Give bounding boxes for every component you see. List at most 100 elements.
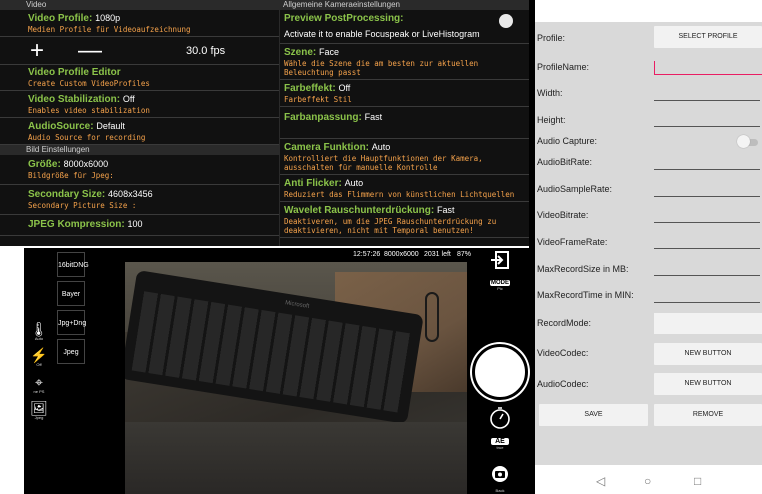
camera-time: 12:57:26 bbox=[353, 251, 381, 258]
home-nav-icon[interactable]: ○ bbox=[644, 474, 651, 488]
text-cursor bbox=[654, 61, 655, 74]
camera-switch-button[interactable]: Back bbox=[488, 465, 512, 493]
fps-decrease-button[interactable]: — bbox=[78, 39, 102, 63]
setting-name: Secondary Size: bbox=[28, 189, 106, 200]
mode-button[interactable]: MODE Pic bbox=[488, 280, 512, 291]
video-settings-panel: Video Video Profile: 1080p Medien Profil… bbox=[0, 0, 279, 246]
max-record-time-input[interactable] bbox=[654, 302, 760, 303]
setting-name: Camera Funktion: bbox=[284, 142, 370, 153]
setting-name: Farbeffekt: bbox=[284, 83, 336, 94]
setting-desc: Activate it to enable Focuspeak or LiveH… bbox=[284, 29, 480, 39]
viewfinder-desk bbox=[125, 422, 467, 494]
audio-codec-button[interactable]: NEW BUTTON bbox=[654, 373, 762, 395]
select-profile-button[interactable]: SELECT PROFILE bbox=[654, 26, 762, 48]
thermometer-icon: 🌡 bbox=[30, 321, 48, 337]
camera-left-edge bbox=[0, 248, 24, 494]
setting-preview-postprocessing[interactable]: Preview PostProcessing: Activate it to e… bbox=[280, 10, 529, 44]
timer-button[interactable] bbox=[488, 406, 512, 435]
exit-button[interactable] bbox=[488, 251, 512, 274]
setting-value: Off bbox=[338, 83, 351, 93]
camera-shots-left: 2031 left bbox=[424, 251, 451, 258]
setting-value: Face bbox=[319, 47, 340, 57]
setting-video-stabilization[interactable]: Video Stabilization: Off Enables video s… bbox=[0, 91, 279, 118]
back-nav-icon[interactable]: ◁ bbox=[596, 474, 605, 488]
max-record-size-input[interactable] bbox=[654, 275, 760, 276]
setting-secondary-size[interactable]: Secondary Size: 4608x3456 Secondary Pict… bbox=[0, 185, 279, 215]
setting-audio-source[interactable]: AudioSource: Default Audio Source for re… bbox=[0, 118, 279, 145]
status-bar bbox=[535, 0, 762, 22]
setting-value: 1080p bbox=[95, 13, 121, 23]
temperature-button[interactable]: 🌡 Auto bbox=[30, 322, 48, 341]
fps-increase-button[interactable]: + bbox=[30, 39, 44, 63]
profile-name-label: ProfileName: bbox=[537, 62, 590, 72]
setting-name: Anti Flicker: bbox=[284, 178, 342, 189]
setting-desc: Kontrolliert die Hauptfunktionen der Kam… bbox=[284, 154, 483, 163]
focus-button[interactable]: ⌖ ne PS bbox=[30, 375, 48, 394]
audio-capture-switch-thumb[interactable] bbox=[737, 135, 750, 148]
audio-codec-label: AudioCodec: bbox=[537, 379, 589, 389]
save-button[interactable]: SAVE bbox=[539, 404, 648, 426]
height-label: Height: bbox=[537, 115, 566, 125]
viewfinder-cable bbox=[425, 292, 439, 342]
recents-nav-icon[interactable]: □ bbox=[694, 474, 701, 488]
setting-name: JPEG Kompression: bbox=[28, 219, 125, 230]
camera-icon bbox=[492, 466, 508, 482]
setting-video-profile[interactable]: Video Profile: 1080p Medien Profile für … bbox=[0, 10, 279, 37]
setting-value: Off bbox=[122, 94, 135, 104]
format-jpeg-button[interactable]: Jpeg bbox=[57, 339, 85, 364]
setting-scene[interactable]: Szene: Face Wähle die Szene die am beste… bbox=[280, 44, 529, 80]
setting-desc: Wähle die Szene die am besten zur aktuel… bbox=[284, 59, 479, 68]
setting-name: Farbanpassung: bbox=[284, 112, 362, 123]
audio-samplerate-input[interactable] bbox=[654, 196, 760, 197]
exit-icon bbox=[491, 251, 509, 269]
record-mode-select[interactable] bbox=[654, 313, 762, 334]
max-record-size-label: MaxRecordSize in MB: bbox=[537, 264, 629, 274]
setting-jpeg-compression[interactable]: JPEG Kompression: 100 bbox=[0, 215, 279, 236]
picture-format-button[interactable]: 🖼 Jpeg bbox=[30, 401, 48, 420]
screen: Video Video Profile: 1080p Medien Profil… bbox=[0, 0, 762, 494]
setting-size[interactable]: Größe: 8000x6000 Bildgröße für Jpeg: bbox=[0, 155, 279, 185]
format-jpgdng-button[interactable]: Jpg+Dng bbox=[57, 310, 86, 335]
setting-desc: Deaktiveren, um die JPEG Rauschunterdrüc… bbox=[284, 217, 497, 226]
height-input[interactable] bbox=[654, 126, 760, 127]
setting-desc: Farbeffekt Stil bbox=[284, 95, 352, 104]
video-bitrate-input[interactable] bbox=[654, 222, 760, 223]
audio-bitrate-input[interactable] bbox=[654, 169, 760, 170]
section-header-image: Bild Einstellungen bbox=[0, 145, 279, 155]
camera-settings-panel: Allgemeine Kameraeinstellungen Preview P… bbox=[279, 0, 529, 246]
video-framerate-input[interactable] bbox=[654, 248, 760, 249]
image-icon: 🖼 bbox=[30, 400, 48, 416]
setting-name: Wavelet Rauschunterdrückung: bbox=[284, 205, 435, 216]
profile-name-input[interactable] bbox=[654, 74, 762, 75]
setting-anti-flicker[interactable]: Anti Flicker: Auto Reduziert das Flimmer… bbox=[280, 175, 529, 202]
setting-value: 8000x6000 bbox=[63, 159, 109, 169]
setting-wavelet-denoise[interactable]: Wavelet Rauschunterdrückung: Fast Deakti… bbox=[280, 202, 529, 238]
fps-value: 30.0 fps bbox=[186, 45, 226, 57]
setting-color-effect[interactable]: Farbeffekt: Off Farbeffekt Stil bbox=[280, 80, 529, 107]
setting-desc: deaktivieren, nicht mit Temporal benutze… bbox=[284, 226, 474, 235]
setting-desc: Bildgröße für Jpeg: bbox=[28, 171, 114, 180]
audio-bitrate-label: AudioBitRate: bbox=[537, 157, 593, 167]
setting-camera-function[interactable]: Camera Funktion: Auto Kontrolliert die H… bbox=[280, 139, 529, 175]
format-16bitdng-button[interactable]: 16bitDNG bbox=[57, 252, 89, 277]
format-bayer-button[interactable]: Bayer bbox=[57, 281, 85, 306]
preview-postprocessing-toggle[interactable] bbox=[499, 14, 513, 28]
flash-button[interactable]: ⚡ Off bbox=[30, 348, 48, 367]
width-input[interactable] bbox=[654, 100, 760, 101]
setting-desc: ausschalten für manuelle Kontrolle bbox=[284, 163, 438, 172]
setting-value: 4608x3456 bbox=[108, 189, 153, 199]
setting-name: Preview PostProcessing: bbox=[284, 13, 404, 24]
shutter-button[interactable] bbox=[472, 344, 528, 400]
ae-button[interactable]: AE true bbox=[488, 438, 512, 450]
video-codec-button[interactable]: NEW BUTTON bbox=[654, 343, 762, 365]
section-header-general: Allgemeine Kameraeinstellungen bbox=[280, 0, 529, 10]
back-sublabel: Back bbox=[495, 488, 505, 493]
setting-color-adjust[interactable]: Farbanpassung: Fast bbox=[280, 107, 529, 139]
video-codec-label: VideoCodec: bbox=[537, 348, 589, 358]
remove-button[interactable]: REMOVE bbox=[654, 404, 762, 426]
setting-desc: Reduziert das Flimmern von künstlichen L… bbox=[284, 190, 515, 199]
video-framerate-label: VideoFrameRate: bbox=[537, 237, 608, 247]
setting-video-profile-editor[interactable]: Video Profile Editor Create Custom Video… bbox=[0, 65, 279, 91]
camera-viewfinder[interactable]: Microsoft bbox=[125, 262, 467, 494]
flash-icon: ⚡ bbox=[30, 347, 48, 363]
